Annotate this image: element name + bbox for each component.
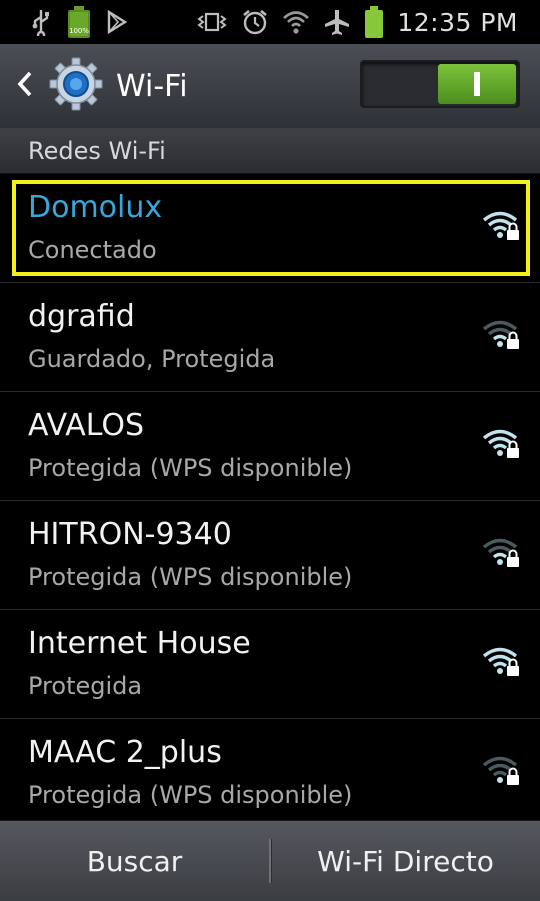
network-item-hitron-9340[interactable]: HITRON-9340 Protegida (WPS disponible) xyxy=(0,501,540,610)
wifi-lock-strong-icon xyxy=(482,208,522,244)
status-bar-left: 100% xyxy=(0,5,128,39)
network-name: Internet House xyxy=(28,626,251,661)
network-item-dgrafid[interactable]: dgrafid Guardado, Protegida xyxy=(0,283,540,392)
network-status: Protegida (WPS disponible) xyxy=(28,781,353,809)
network-name: dgrafid xyxy=(28,299,135,334)
wifi-lock-weak-icon xyxy=(482,753,522,789)
wifi-signal-icon xyxy=(281,9,311,35)
wifi-lock-weak-icon xyxy=(482,317,522,353)
vibrate-icon xyxy=(195,10,229,34)
gear-icon xyxy=(48,56,104,116)
network-status: Protegida (WPS disponible) xyxy=(28,454,353,482)
section-header: Redes Wi-Fi xyxy=(0,128,540,174)
title-bar: Wi-Fi xyxy=(0,44,540,128)
wifi-lock-strong-icon xyxy=(482,426,522,462)
bottom-action-bar: Buscar Wi-Fi Directo xyxy=(0,820,540,901)
status-bar-right: 12:35 PM xyxy=(195,5,540,39)
wifi-lock-strong-icon xyxy=(482,644,522,680)
status-bar-time: 12:35 PM xyxy=(397,7,518,37)
battery-charging-icon xyxy=(363,5,385,39)
wifi-toggle[interactable] xyxy=(360,60,520,108)
battery-full-icon: 100% xyxy=(66,5,92,39)
section-label: Redes Wi-Fi xyxy=(28,136,166,165)
airplane-mode-icon xyxy=(323,8,351,36)
network-status: Guardado, Protegida xyxy=(28,345,276,373)
network-status: Conectado xyxy=(28,236,157,264)
network-item-domolux[interactable]: Domolux Conectado xyxy=(0,174,540,283)
page-title: Wi-Fi xyxy=(116,68,188,104)
network-item-internet-house[interactable]: Internet House Protegida xyxy=(0,610,540,719)
battery-percent-label: 100% xyxy=(68,27,89,35)
network-status: Protegida xyxy=(28,672,143,700)
wifi-lock-weak-icon xyxy=(482,535,522,571)
network-status: Protegida (WPS disponible) xyxy=(28,563,353,591)
wifi-direct-button[interactable]: Wi-Fi Directo xyxy=(271,821,540,901)
network-name: HITRON-9340 xyxy=(28,517,232,552)
network-list: Domolux Conectado dgrafid Guardado, Prot… xyxy=(0,174,540,828)
network-item-avalos[interactable]: AVALOS Protegida (WPS disponible) xyxy=(0,392,540,501)
back-arrow-icon xyxy=(16,70,34,102)
wifi-toggle-knob xyxy=(438,64,516,104)
network-name: AVALOS xyxy=(28,408,145,443)
status-bar: 100% 12:35 PM xyxy=(0,0,540,44)
settings-app-icon xyxy=(46,56,106,116)
usb-icon xyxy=(30,8,52,36)
alarm-icon xyxy=(241,8,269,36)
network-item-maac-2-plus[interactable]: MAAC 2_plus Protegida (WPS disponible) xyxy=(0,719,540,828)
back-button[interactable] xyxy=(8,44,42,128)
scan-button[interactable]: Buscar xyxy=(0,821,269,901)
network-name: Domolux xyxy=(28,190,163,225)
network-name: MAAC 2_plus xyxy=(28,735,222,770)
play-store-icon xyxy=(106,10,128,34)
